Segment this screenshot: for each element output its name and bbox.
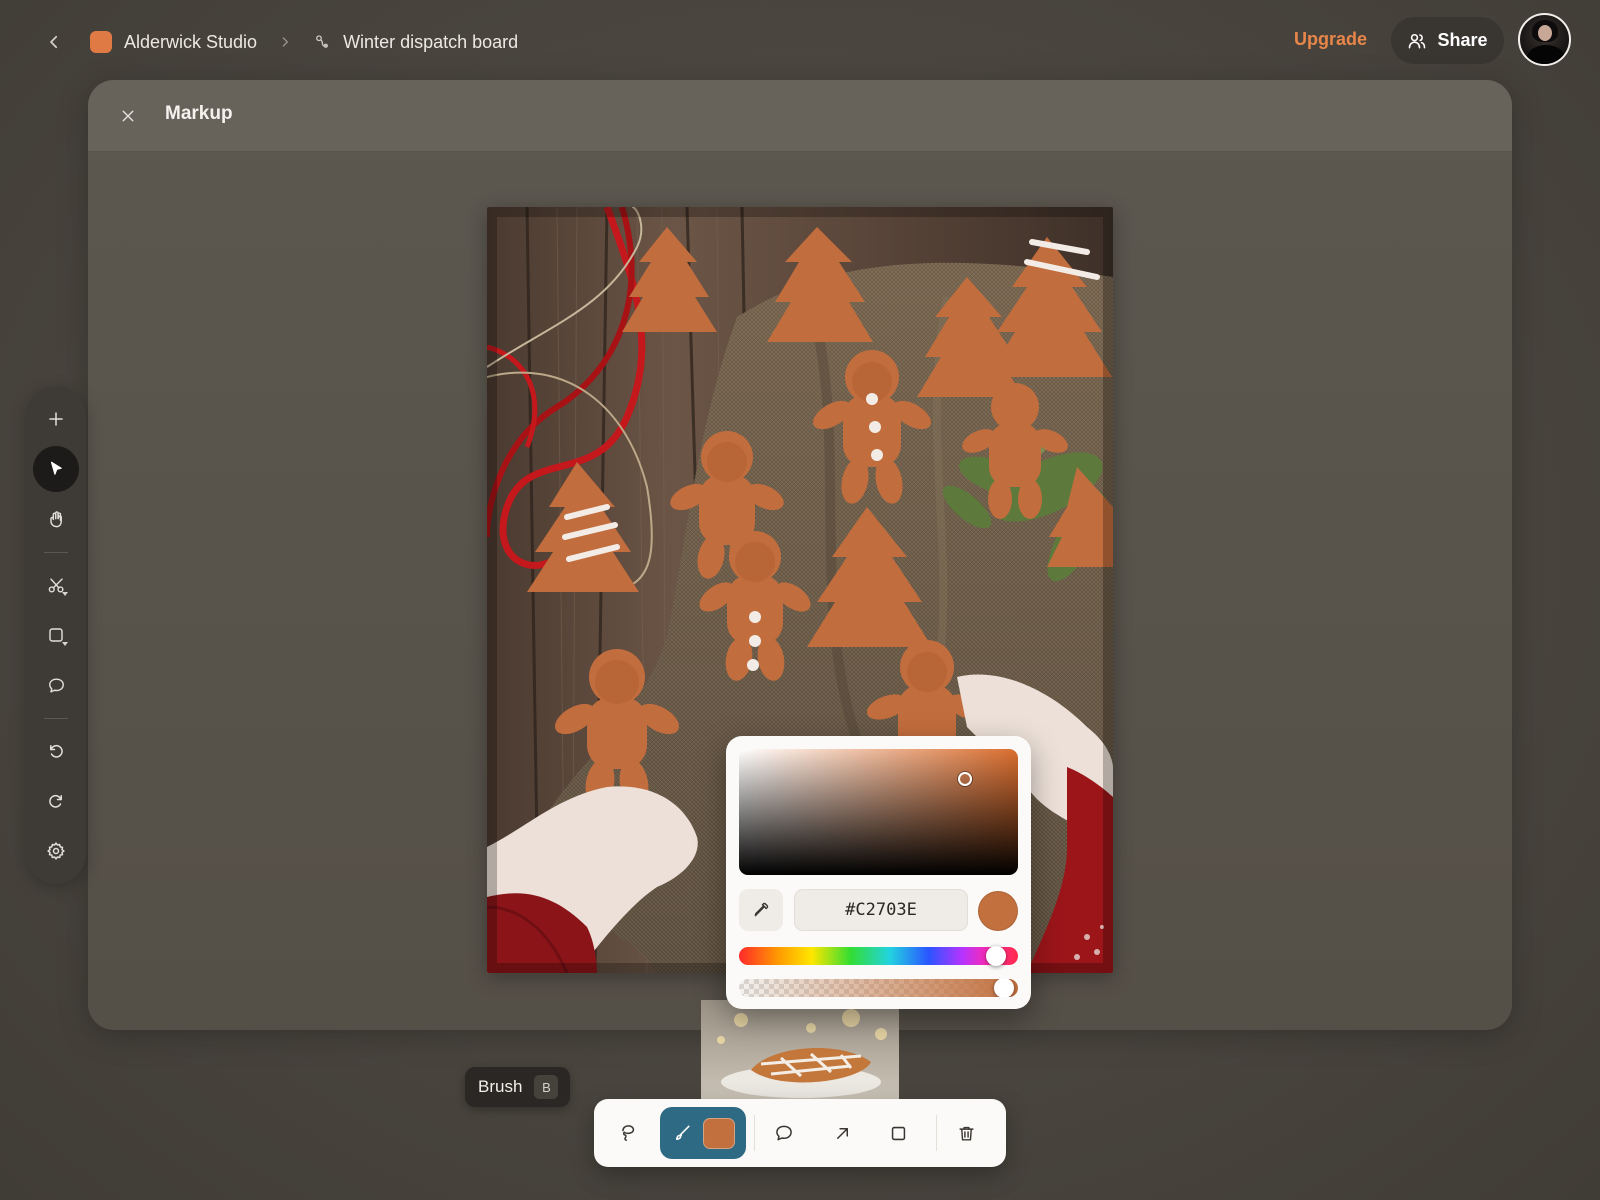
delete-button[interactable] bbox=[946, 1113, 986, 1153]
close-button[interactable] bbox=[116, 104, 140, 128]
cut-tool-button[interactable] bbox=[33, 562, 79, 608]
cursor-icon bbox=[47, 460, 65, 478]
hue-slider[interactable] bbox=[739, 946, 1018, 966]
comment-tool-button[interactable] bbox=[764, 1113, 804, 1153]
tooltip-label: Brush bbox=[478, 1077, 523, 1096]
toolbar-divider bbox=[936, 1115, 937, 1151]
saturation-brightness-handle[interactable] bbox=[957, 772, 972, 787]
arrow-tool-button[interactable] bbox=[822, 1113, 862, 1153]
redo-icon bbox=[47, 792, 65, 810]
breadcrumb: Alderwick Studio Winter dispatch board bbox=[90, 28, 518, 56]
lasso-icon bbox=[618, 1123, 638, 1143]
lasso-tool-button[interactable] bbox=[608, 1113, 648, 1153]
undo-icon bbox=[47, 742, 65, 760]
rectangle-tool-button[interactable] bbox=[878, 1113, 918, 1153]
chevron-left-icon bbox=[45, 33, 63, 51]
arrow-icon bbox=[833, 1124, 852, 1143]
chevron-right-icon bbox=[275, 32, 295, 52]
users-icon bbox=[1407, 31, 1427, 51]
opacity-slider[interactable] bbox=[739, 979, 1018, 997]
avatar[interactable] bbox=[1518, 13, 1571, 66]
color-picker-popover: #C2703E bbox=[726, 736, 1031, 1009]
square-icon bbox=[889, 1124, 908, 1143]
speech-bubble-icon bbox=[774, 1123, 794, 1143]
eyedropper-button[interactable] bbox=[739, 889, 783, 931]
chevron-down-icon bbox=[62, 642, 68, 646]
secondary-image-thumbnail[interactable] bbox=[701, 1000, 899, 1100]
color-preview-swatch[interactable] bbox=[978, 891, 1018, 931]
panel-title: Markup bbox=[165, 103, 233, 124]
comment-tool-button[interactable] bbox=[33, 662, 79, 708]
add-button[interactable] bbox=[33, 396, 79, 442]
trash-icon bbox=[957, 1124, 976, 1143]
hue-slider-handle[interactable] bbox=[985, 946, 1006, 966]
gear-icon bbox=[46, 841, 66, 861]
shape-tool-button[interactable] bbox=[33, 612, 79, 658]
toolbar-divider bbox=[44, 552, 68, 553]
left-toolbar bbox=[26, 386, 86, 884]
shortcut-key: B bbox=[534, 1075, 559, 1099]
upgrade-link[interactable]: Upgrade bbox=[1294, 29, 1367, 50]
opacity-gradient bbox=[739, 979, 1018, 997]
top-bar: Alderwick Studio Winter dispatch board U… bbox=[0, 0, 1600, 82]
eyedropper-icon bbox=[752, 901, 770, 919]
share-button[interactable]: Share bbox=[1391, 17, 1504, 64]
close-icon bbox=[120, 108, 136, 124]
brush-icon bbox=[670, 1120, 696, 1146]
breadcrumb-studio[interactable]: Alderwick Studio bbox=[124, 32, 257, 53]
hex-color-input[interactable]: #C2703E bbox=[794, 889, 968, 931]
back-button[interactable] bbox=[40, 28, 68, 56]
brush-tool-button[interactable] bbox=[660, 1107, 746, 1159]
plus-icon bbox=[47, 410, 65, 428]
speech-bubble-icon bbox=[47, 676, 66, 695]
board-icon bbox=[313, 33, 331, 51]
settings-button[interactable] bbox=[33, 828, 79, 874]
select-tool-button[interactable] bbox=[33, 446, 79, 492]
markup-toolbar bbox=[594, 1099, 1006, 1167]
chevron-down-icon bbox=[62, 592, 68, 596]
saturation-brightness-area[interactable] bbox=[739, 749, 1018, 875]
breadcrumb-board[interactable]: Winter dispatch board bbox=[343, 32, 518, 53]
panel-header: Markup bbox=[88, 80, 1512, 152]
brush-color-swatch[interactable] bbox=[703, 1118, 735, 1149]
toolbar-divider bbox=[754, 1115, 755, 1151]
undo-button[interactable] bbox=[33, 728, 79, 774]
redo-button[interactable] bbox=[33, 778, 79, 824]
toolbar-divider bbox=[44, 718, 68, 719]
pan-tool-button[interactable] bbox=[33, 496, 79, 542]
share-label: Share bbox=[1437, 30, 1488, 50]
brush-tooltip: Brush B bbox=[465, 1067, 571, 1107]
hand-icon bbox=[47, 510, 66, 529]
studio-logo[interactable] bbox=[90, 31, 112, 53]
opacity-slider-handle[interactable] bbox=[994, 979, 1015, 997]
